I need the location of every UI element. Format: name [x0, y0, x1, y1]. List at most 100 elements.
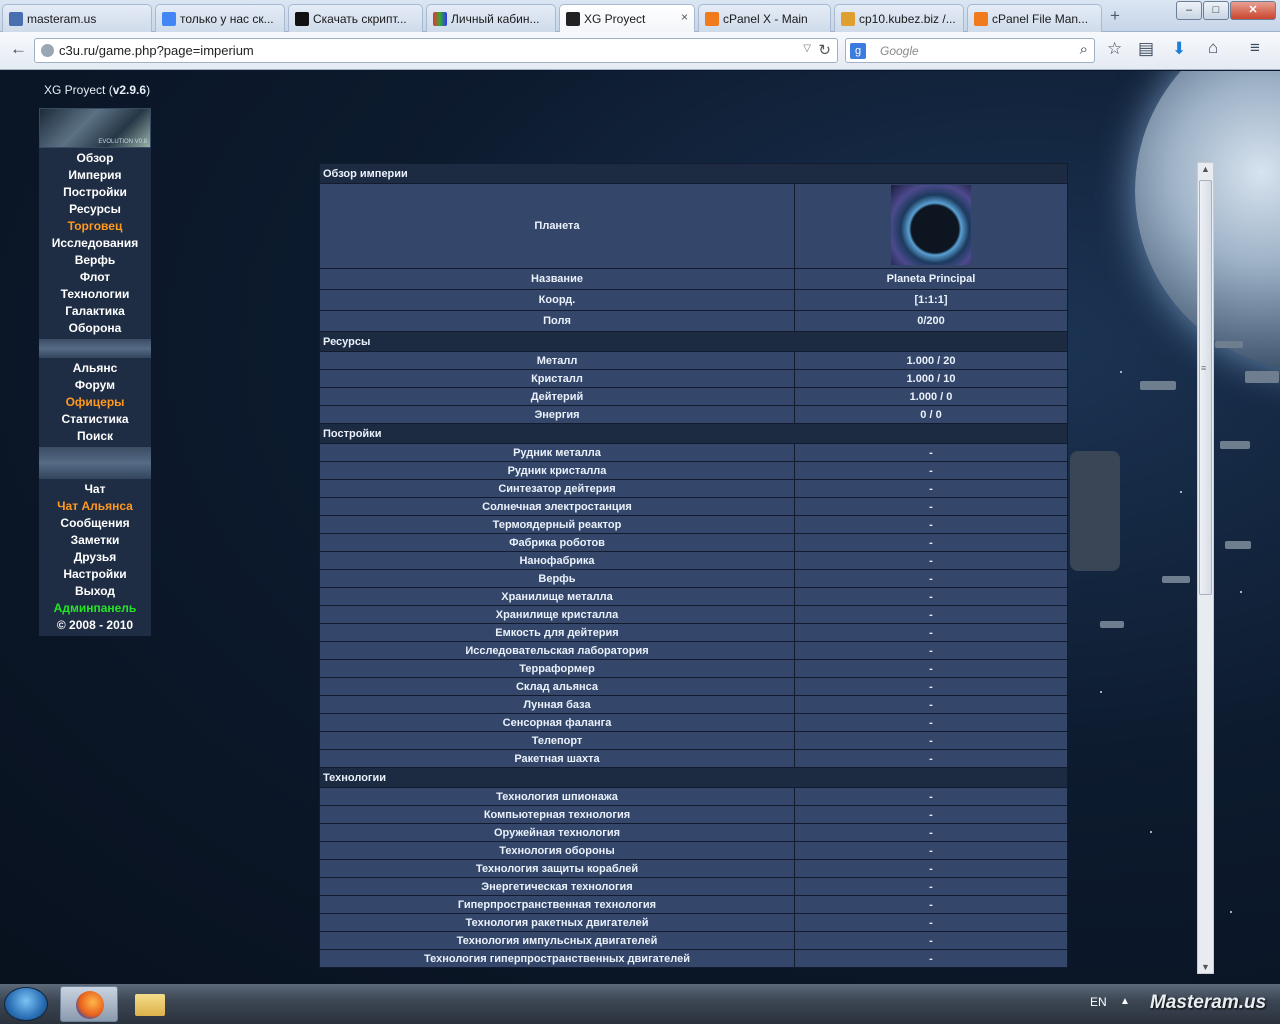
- row-label: Емкость для дейтерия: [320, 624, 794, 641]
- maximize-button[interactable]: □: [1203, 1, 1229, 20]
- menu-item-statistics[interactable]: Статистика: [39, 411, 151, 428]
- table-row: Технология гиперпространственных двигате…: [320, 950, 1067, 967]
- menu-item-officers[interactable]: Офицеры: [39, 394, 151, 411]
- table-row: Технология ракетных двигателей -: [320, 914, 1067, 931]
- menu-separator: [39, 447, 151, 479]
- menu-icon[interactable]: ≡: [1250, 38, 1260, 58]
- game-logo[interactable]: EVOLUTION V0.8: [39, 108, 151, 148]
- menu-item-empire[interactable]: Империя: [39, 167, 151, 184]
- back-arrow-icon[interactable]: ←: [10, 39, 27, 59]
- menu-item-overview[interactable]: Обзор: [39, 150, 151, 167]
- tab-title: только у нас ск...: [180, 12, 274, 26]
- empire-overview: Обзор империи Планета Название Planeta P…: [319, 163, 1068, 968]
- firefox-icon: [76, 991, 104, 1019]
- close-window-button[interactable]: ✕: [1230, 1, 1276, 20]
- table-row: Синтезатор дейтерия -: [320, 480, 1067, 497]
- planet-image[interactable]: [891, 185, 971, 265]
- menu-item-settings[interactable]: Настройки: [39, 566, 151, 583]
- table-row: Солнечная электростанция -: [320, 498, 1067, 515]
- background-ship: [1220, 441, 1250, 449]
- menu-item-fleet[interactable]: Флот: [39, 269, 151, 286]
- scrollbar-thumb[interactable]: [1199, 180, 1212, 595]
- table-row: Склад альянса -: [320, 678, 1067, 695]
- row-label: Термоядерный реактор: [320, 516, 794, 533]
- minimize-button[interactable]: –: [1176, 1, 1202, 20]
- menu-item-galaxy[interactable]: Галактика: [39, 303, 151, 320]
- history-dropdown-icon[interactable]: ▽: [803, 43, 811, 54]
- tray-expand-icon[interactable]: ▲: [1120, 996, 1130, 1007]
- table-row: Название Planeta Principal: [320, 269, 1067, 289]
- language-indicator[interactable]: EN: [1090, 995, 1107, 1009]
- tab-cpanel-main[interactable]: cPanel X - Main: [698, 4, 831, 32]
- cpanel-icon: [705, 12, 719, 26]
- site-icon: [295, 12, 309, 26]
- menu-item-resources[interactable]: Ресурсы: [39, 201, 151, 218]
- menu-item-trader[interactable]: Торговец: [39, 218, 151, 235]
- tab-xg-proyect[interactable]: XG Proyect ×: [559, 4, 695, 33]
- row-value: 1.000 / 10: [795, 370, 1067, 387]
- menu-item-defense[interactable]: Оборона: [39, 320, 151, 337]
- menu-item-friends[interactable]: Друзья: [39, 549, 151, 566]
- menu-item-alliance[interactable]: Альянс: [39, 360, 151, 377]
- menu-item-research[interactable]: Исследования: [39, 235, 151, 252]
- row-value: -: [795, 950, 1067, 967]
- tab-personal-cabinet[interactable]: Личный кабин...: [426, 4, 556, 32]
- taskbar-explorer[interactable]: [120, 986, 178, 1022]
- row-label: Терраформер: [320, 660, 794, 677]
- section-title-technologies: Технологии: [320, 768, 1067, 787]
- scroll-grip-icon: ≡: [1201, 363, 1207, 373]
- new-tab-button[interactable]: +: [1110, 6, 1120, 26]
- row-label: Хранилище металла: [320, 588, 794, 605]
- tab-download-script[interactable]: Скачать скрипт...: [288, 4, 423, 32]
- row-value: -: [795, 552, 1067, 569]
- google-icon[interactable]: g: [850, 43, 866, 59]
- row-label: Ракетная шахта: [320, 750, 794, 767]
- browser-tabbar: masteram.us только у нас ск... Скачать с…: [0, 0, 1280, 33]
- row-label: Технология импульсных двигателей: [320, 932, 794, 949]
- tab-only-us[interactable]: только у нас ск...: [155, 4, 285, 32]
- search-icon[interactable]: ⌕: [1080, 41, 1088, 58]
- menu-item-chat[interactable]: Чат: [39, 481, 151, 498]
- menu-item-buildings[interactable]: Постройки: [39, 184, 151, 201]
- table-row: Гиперпространственная технология -: [320, 896, 1067, 913]
- downloads-icon[interactable]: ⬇: [1172, 39, 1186, 59]
- row-value: -: [795, 914, 1067, 931]
- scroll-down-arrow-icon[interactable]: ▼: [1201, 962, 1210, 972]
- taskbar-firefox[interactable]: [60, 986, 118, 1022]
- start-button[interactable]: [4, 987, 48, 1021]
- menu-item-shipyard[interactable]: Верфь: [39, 252, 151, 269]
- search-input[interactable]: g Google ⌕: [845, 38, 1095, 63]
- row-label: Энергетическая технология: [320, 878, 794, 895]
- row-label: Лунная база: [320, 696, 794, 713]
- menu-item-messages[interactable]: Сообщения: [39, 515, 151, 532]
- tab-masteram[interactable]: masteram.us: [2, 4, 152, 32]
- page-scrollbar[interactable]: ▲ ≡ ▼: [1197, 162, 1214, 974]
- tab-phpmyadmin[interactable]: cp10.kubez.biz /...: [834, 4, 964, 32]
- table-row: Энергетическая технология -: [320, 878, 1067, 895]
- table-row: Терраформер -: [320, 660, 1067, 677]
- bookmark-star-icon[interactable]: ☆: [1107, 39, 1122, 59]
- menu-item-admin-panel[interactable]: Админпанель: [39, 600, 151, 617]
- planet-label: Планета: [320, 184, 794, 268]
- address-bar[interactable]: c3u.ru/game.php?page=imperium ▽ ↻: [34, 38, 838, 63]
- scroll-up-arrow-icon[interactable]: ▲: [1201, 164, 1210, 174]
- row-value: 0/200: [795, 311, 1067, 331]
- bookmarks-list-icon[interactable]: ▤: [1138, 39, 1154, 59]
- menu-item-notes[interactable]: Заметки: [39, 532, 151, 549]
- table-row: Коорд. [1:1:1]: [320, 290, 1067, 310]
- row-label: Рудник кристалла: [320, 462, 794, 479]
- menu-item-logout[interactable]: Выход: [39, 583, 151, 600]
- table-row: Технология защиты кораблей -: [320, 860, 1067, 877]
- menu-item-technologies[interactable]: Технологии: [39, 286, 151, 303]
- close-tab-icon[interactable]: ×: [681, 10, 688, 24]
- menu-item-forum[interactable]: Форум: [39, 377, 151, 394]
- menu-item-alliance-chat[interactable]: Чат Альянса: [39, 498, 151, 515]
- planet-cell: [795, 184, 1067, 268]
- row-value: -: [795, 462, 1067, 479]
- table-row: Сенсорная фаланга -: [320, 714, 1067, 731]
- menu-item-search[interactable]: Поиск: [39, 428, 151, 445]
- home-icon[interactable]: ⌂: [1208, 38, 1218, 58]
- reload-icon[interactable]: ↻: [818, 41, 831, 59]
- row-label: Сенсорная фаланга: [320, 714, 794, 731]
- tab-cpanel-file-manager[interactable]: cPanel File Man...: [967, 4, 1102, 32]
